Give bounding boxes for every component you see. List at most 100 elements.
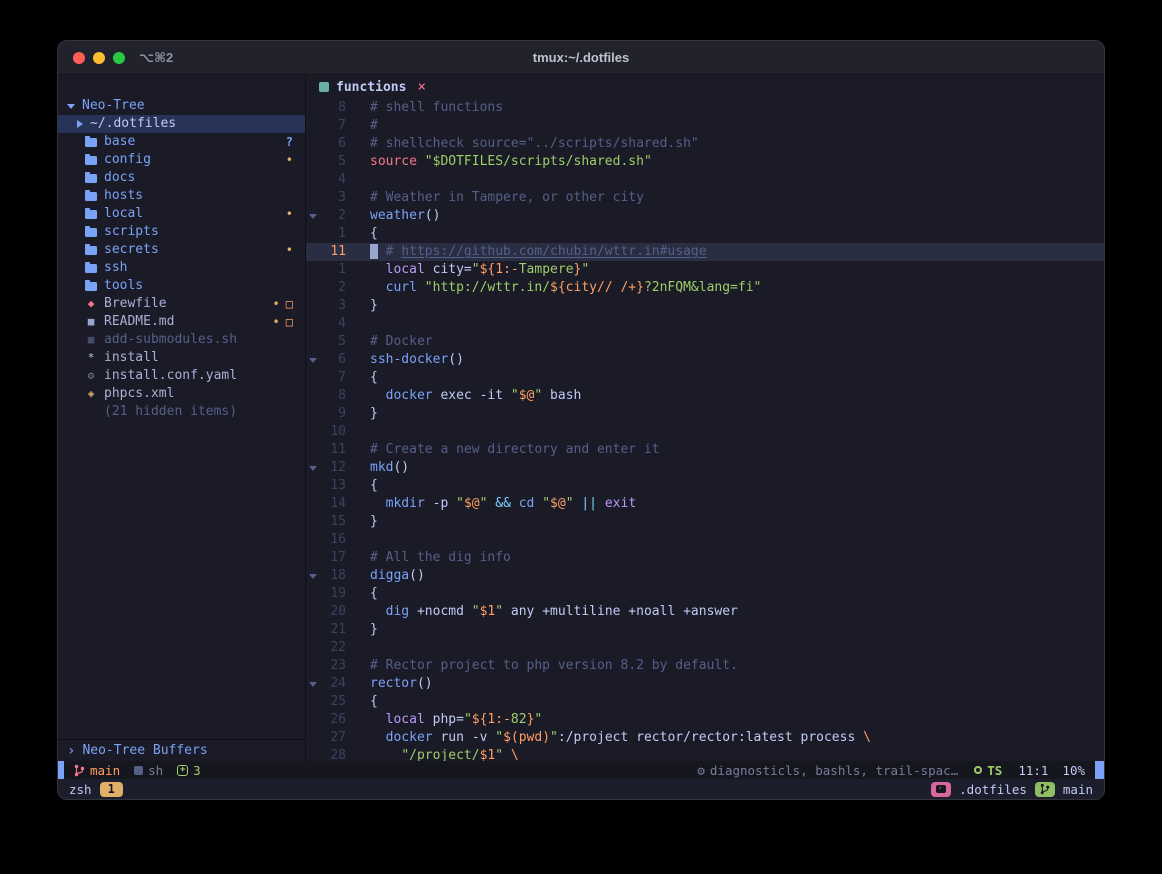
tree-item-ssh[interactable]: ssh — [58, 259, 305, 277]
code-line[interactable]: 22 — [306, 639, 1104, 657]
diff-added-count: 3 — [193, 763, 201, 778]
git-diff-added-segment: + 3 — [177, 763, 201, 778]
tree-item-scripts[interactable]: scripts — [58, 223, 305, 241]
code-line[interactable]: 1 local city="${1:-Tampere}" — [306, 261, 1104, 279]
code-line[interactable]: 5source "$DOTFILES/scripts/shared.sh" — [306, 153, 1104, 171]
tree-item-add-submodules.sh[interactable]: ■add-submodules.sh — [58, 331, 305, 349]
code-line[interactable]: 10 — [306, 423, 1104, 441]
line-number: 11 — [319, 441, 346, 459]
fold-chevron-icon[interactable] — [309, 682, 317, 687]
line-number: 5 — [319, 153, 346, 171]
circle-icon — [974, 766, 982, 774]
code-line[interactable]: 7{ — [306, 369, 1104, 387]
tab-functions[interactable]: functions × — [319, 79, 426, 95]
arrow-right-icon — [77, 120, 83, 128]
desktop-background: ⌥⌘2 tmux:~/.dotfiles Neo-Tree ~/.dotfile… — [0, 0, 1162, 874]
code-line[interactable]: 27 docker run -v "$(pwd)":/project recto… — [306, 729, 1104, 747]
fold-chevron-icon[interactable] — [309, 574, 317, 579]
lsp-clients-segment: ⚙ diagnosticls, bashls, trail-spac… — [697, 763, 958, 778]
code-line[interactable]: 20 dig +nocmd "$1" any +multiline +noall… — [306, 603, 1104, 621]
item-label: add-submodules.sh — [104, 331, 237, 349]
tree-item-base[interactable]: base? — [58, 133, 305, 151]
code-line[interactable]: 21} — [306, 621, 1104, 639]
git-branch-segment[interactable]: main — [74, 763, 120, 778]
code-line[interactable]: 4 — [306, 315, 1104, 333]
tree-item-README.md[interactable]: ■README.md•□ — [58, 313, 305, 331]
folder-icon — [85, 174, 97, 183]
code-line[interactable]: 8# shell functions — [306, 99, 1104, 117]
close-button[interactable] — [73, 52, 85, 64]
code-line[interactable]: 3} — [306, 297, 1104, 315]
neotree-buffers-header[interactable]: › Neo-Tree Buffers — [58, 739, 305, 761]
line-number: 19 — [319, 585, 346, 603]
line-number: 26 — [319, 711, 346, 729]
line-number: 28 — [319, 747, 346, 761]
folder-icon — [85, 264, 97, 273]
code-area[interactable]: 8# shell functions7#6# shellcheck source… — [306, 99, 1104, 761]
code-line[interactable]: 7# — [306, 117, 1104, 135]
fold-chevron-icon[interactable] — [309, 358, 317, 363]
root-label: ~/.dotfiles — [90, 115, 176, 133]
code-line[interactable]: 18digga() — [306, 567, 1104, 585]
code-line[interactable]: 24rector() — [306, 675, 1104, 693]
tree-item-docs[interactable]: docs — [58, 169, 305, 187]
tree-item-install[interactable]: *install — [58, 349, 305, 367]
treesitter-label: TS — [987, 763, 1002, 778]
gear-icon: ⚙ — [85, 367, 97, 385]
titlebar[interactable]: ⌥⌘2 tmux:~/.dotfiles — [58, 41, 1104, 75]
code-line[interactable]: 14 mkdir -p "$@" && cd "$@" || exit — [306, 495, 1104, 513]
neotree-sidebar: Neo-Tree ~/.dotfiles base?config•docshos… — [58, 75, 306, 761]
neotree-header[interactable]: Neo-Tree — [58, 97, 305, 115]
code-line[interactable]: 11# Create a new directory and enter it — [306, 441, 1104, 459]
item-label: scripts — [104, 223, 159, 241]
folder-icon — [85, 210, 97, 219]
minimize-button[interactable] — [93, 52, 105, 64]
tree-item-Brewfile[interactable]: ◆Brewfile•□ — [58, 295, 305, 313]
tree-item-secrets[interactable]: secrets• — [58, 241, 305, 259]
git-staged-badge: □ — [286, 295, 293, 313]
tree-item-tools[interactable]: tools — [58, 277, 305, 295]
code-line[interactable]: 19{ — [306, 585, 1104, 603]
zoom-button[interactable] — [113, 52, 125, 64]
code-line[interactable]: 26 local php="${1:-82}" — [306, 711, 1104, 729]
code-line[interactable]: 17# All the dig info — [306, 549, 1104, 567]
code-line[interactable]: 28 "/project/$1" \ — [306, 747, 1104, 761]
fold-chevron-icon[interactable] — [309, 214, 317, 219]
code-line[interactable]: 3# Weather in Tampere, or other city — [306, 189, 1104, 207]
gear-icon: ⚙ — [697, 763, 705, 778]
code-line[interactable]: 5# Docker — [306, 333, 1104, 351]
code-line[interactable]: 16 — [306, 531, 1104, 549]
tmux-window-badge[interactable]: 1 — [100, 782, 123, 797]
buffer-icon — [319, 82, 329, 92]
neotree-root[interactable]: ~/.dotfiles — [58, 115, 305, 133]
fold-chevron-icon[interactable] — [309, 466, 317, 471]
code-line[interactable]: 23# Rector project to php version 8.2 by… — [306, 657, 1104, 675]
code-line[interactable]: 1{ — [306, 225, 1104, 243]
tree-item-config[interactable]: config• — [58, 151, 305, 169]
folder-icon — [85, 192, 97, 201]
code-line[interactable]: 2weather() — [306, 207, 1104, 225]
code-line[interactable]: 8 docker exec -it "$@" bash — [306, 387, 1104, 405]
code-line[interactable]: 2 curl "http://wttr.in/${city// /+}?2nFQ… — [306, 279, 1104, 297]
code-line[interactable]: 6ssh-docker() — [306, 351, 1104, 369]
line-number: 7 — [319, 369, 346, 387]
branch-label: main — [90, 763, 120, 778]
current-line[interactable]: 11 # https://github.com/chubin/wttr.in#u… — [306, 243, 1104, 261]
xml-icon: ◈ — [85, 385, 97, 403]
line-number: 14 — [319, 495, 346, 513]
tree-item-install.conf.yaml[interactable]: ⚙install.conf.yaml — [58, 367, 305, 385]
code-line[interactable]: 9} — [306, 405, 1104, 423]
code-line[interactable]: 12mkd() — [306, 459, 1104, 477]
code-line[interactable]: 4 — [306, 171, 1104, 189]
tree-item-local[interactable]: local• — [58, 205, 305, 223]
code-line[interactable]: 25{ — [306, 693, 1104, 711]
line-number: 8 — [319, 99, 346, 117]
code-line[interactable]: 13{ — [306, 477, 1104, 495]
folder-icon — [85, 246, 97, 255]
tree-item-hosts[interactable]: hosts — [58, 187, 305, 205]
line-number: 11 — [319, 243, 346, 261]
code-line[interactable]: 15} — [306, 513, 1104, 531]
code-line[interactable]: 6# shellcheck source="../scripts/shared.… — [306, 135, 1104, 153]
close-icon[interactable]: × — [417, 79, 425, 95]
tree-item-phpcs.xml[interactable]: ◈phpcs.xml — [58, 385, 305, 403]
